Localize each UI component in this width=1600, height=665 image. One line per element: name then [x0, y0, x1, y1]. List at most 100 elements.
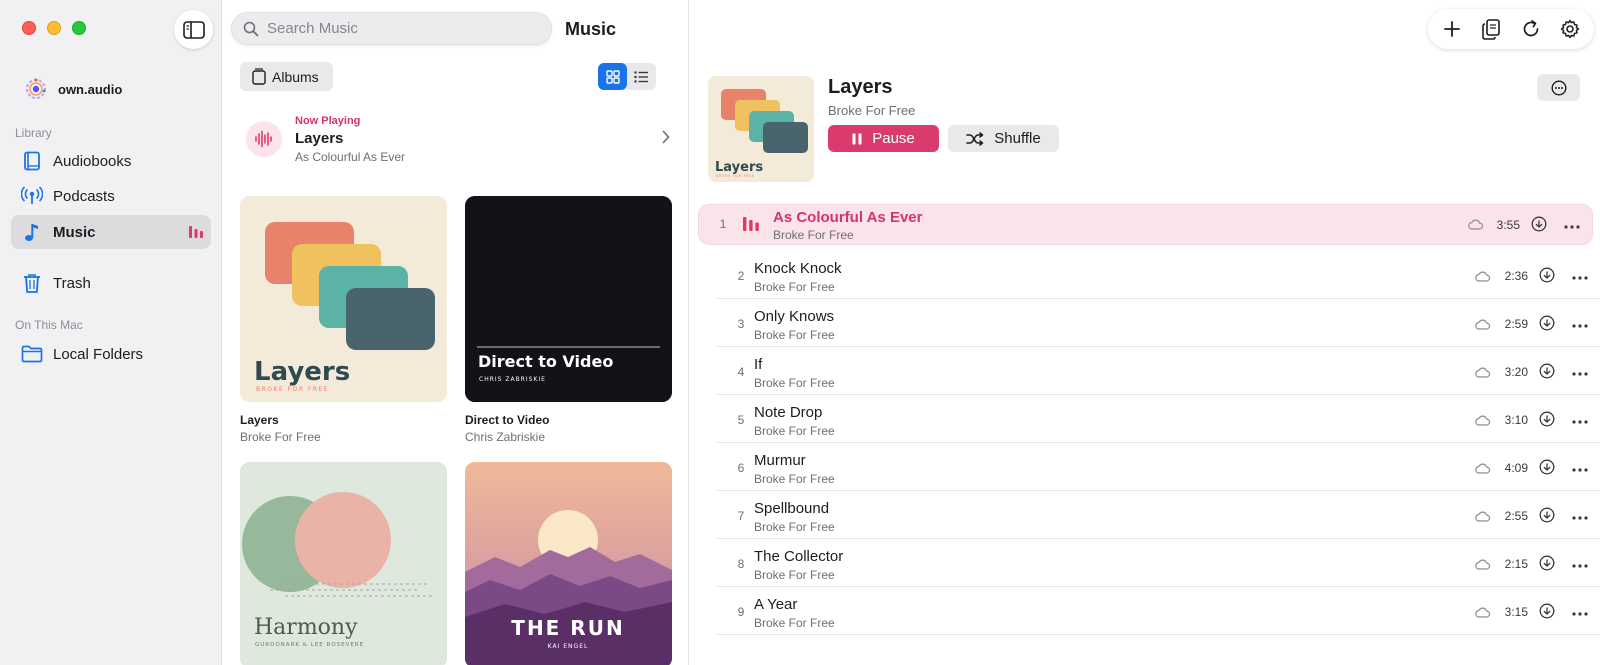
podcast-icon [21, 185, 43, 207]
track-duration: 3:20 [1504, 365, 1528, 379]
download-icon [1539, 315, 1555, 335]
copy-button[interactable] [1476, 14, 1506, 44]
track-more-button[interactable] [1572, 507, 1588, 525]
cover-subtitle: BROKE FOR FREE [716, 174, 755, 178]
track-title: Note Drop [754, 404, 823, 421]
track-artist: Broke For Free [754, 376, 835, 390]
track-row[interactable]: 9 A Year Broke For Free 3:15 [717, 587, 1600, 635]
refresh-button[interactable] [1516, 14, 1546, 44]
pause-button[interactable]: Pause [828, 125, 939, 152]
album-cover: Layers BROKE FOR FREE [240, 196, 447, 402]
album-card-layers[interactable]: Layers BROKE FOR FREE Layers Broke For F… [240, 196, 447, 444]
library-section-label: Library [15, 126, 52, 140]
track-more-button[interactable] [1572, 267, 1588, 285]
download-icon [1539, 411, 1555, 431]
track-duration: 3:15 [1504, 605, 1528, 619]
album-more-button[interactable] [1537, 74, 1580, 101]
track-row[interactable]: 1 As Colourful As Ever Broke For Free 3:55 [699, 205, 1592, 244]
cover-title: Harmony [254, 615, 358, 640]
album-card-harmony[interactable]: Harmony GURDONARK & LEE ROSEVERE [240, 462, 447, 665]
ellipsis-icon [1572, 603, 1588, 620]
zoom-window-button[interactable] [72, 21, 86, 35]
now-playing-row[interactable]: Now Playing Layers As Colourful As Ever [240, 108, 676, 170]
list-view-button[interactable] [627, 63, 656, 90]
track-title: The Collector [754, 548, 844, 565]
download-button[interactable] [1539, 411, 1555, 432]
shuffle-button[interactable]: Shuffle [948, 125, 1059, 152]
track-row[interactable]: 7 Spellbound Broke For Free 2:55 [717, 491, 1600, 539]
track-more-button[interactable] [1572, 603, 1588, 621]
download-button[interactable] [1539, 363, 1555, 384]
album-artist: Chris Zabriskie [465, 430, 546, 444]
sidebar-item-music[interactable]: Music [11, 215, 211, 249]
track-number: 8 [737, 557, 745, 571]
grid-view-button[interactable] [598, 63, 627, 90]
track-more-button[interactable] [1564, 216, 1580, 234]
track-list: 1 As Colourful As Ever Broke For Free 3:55 2… [699, 205, 1600, 635]
cloud-icon [1475, 557, 1491, 575]
album-stack-icon [252, 68, 266, 85]
download-button[interactable] [1539, 507, 1555, 528]
gear-icon [1561, 19, 1580, 39]
sidebar-item-local-folders[interactable]: Local Folders [11, 337, 211, 371]
search-input[interactable] [267, 20, 527, 37]
track-more-button[interactable] [1572, 555, 1588, 573]
add-button[interactable] [1437, 14, 1467, 44]
track-artist: Broke For Free [754, 328, 835, 342]
track-number: 1 [719, 217, 727, 231]
download-button[interactable] [1539, 267, 1555, 288]
ellipsis-icon [1564, 216, 1580, 233]
sidebar-item-label: Trash [53, 274, 91, 292]
ellipsis-circle-icon [1550, 79, 1567, 96]
now-playing-bars-icon [189, 226, 203, 238]
download-button[interactable] [1531, 216, 1547, 237]
sidebar-item-podcasts[interactable]: Podcasts [11, 179, 211, 213]
close-window-button[interactable] [22, 21, 36, 35]
sidebar-toggle-button[interactable] [174, 10, 213, 49]
download-button[interactable] [1539, 459, 1555, 480]
minimize-window-button[interactable] [47, 21, 61, 35]
track-artist: Broke For Free [754, 520, 835, 534]
album-card-the-run[interactable]: THE RUN KAI ENGEL [465, 462, 672, 665]
now-playing-subtitle: As Colourful As Ever [295, 149, 406, 164]
now-playing-title: Layers [295, 129, 344, 147]
download-icon [1539, 363, 1555, 383]
track-more-button[interactable] [1572, 459, 1588, 477]
music-note-icon [21, 221, 43, 243]
list-icon [634, 70, 648, 83]
track-more-button[interactable] [1572, 315, 1588, 333]
track-row[interactable]: 2 Knock Knock Broke For Free 2:36 [717, 251, 1600, 299]
page-title: Music [565, 19, 617, 39]
track-title: Knock Knock [754, 260, 842, 277]
track-row[interactable]: 5 Note Drop Broke For Free 3:10 [717, 395, 1600, 443]
own-audio-logo-icon [26, 78, 46, 99]
track-row[interactable]: 4 If Broke For Free 3:20 [717, 347, 1600, 395]
sidebar-item-audiobooks[interactable]: Audiobooks [11, 144, 211, 178]
on-this-mac-section-label: On This Mac [15, 318, 83, 332]
brand-name: own.audio [58, 81, 123, 97]
settings-button[interactable] [1555, 14, 1585, 44]
track-row[interactable]: 8 The Collector Broke For Free 2:15 [717, 539, 1600, 587]
track-number: 3 [737, 317, 745, 331]
download-icon [1539, 267, 1555, 287]
copy-icon [1482, 18, 1501, 40]
search-field[interactable] [231, 12, 552, 45]
refresh-icon [1523, 20, 1539, 37]
track-row[interactable]: 6 Murmur Broke For Free 4:09 [717, 443, 1600, 491]
track-artist: Broke For Free [754, 616, 835, 630]
ellipsis-icon [1572, 267, 1588, 284]
album-card-direct-to-video[interactable]: Direct to Video CHRIS ZABRISKIE Direct t… [465, 196, 672, 444]
download-button[interactable] [1539, 315, 1555, 336]
track-number: 6 [737, 461, 745, 475]
cover-subtitle: KAI ENGEL [548, 643, 589, 650]
download-button[interactable] [1539, 555, 1555, 576]
download-button[interactable] [1539, 603, 1555, 624]
track-more-button[interactable] [1572, 411, 1588, 429]
track-more-button[interactable] [1572, 363, 1588, 381]
trash-icon [21, 272, 43, 294]
track-duration: 2:55 [1504, 509, 1528, 523]
track-artist: Broke For Free [773, 228, 854, 242]
sidebar-item-trash[interactable]: Trash [11, 266, 211, 300]
albums-filter-button[interactable]: Albums [240, 62, 333, 91]
track-row[interactable]: 3 Only Knows Broke For Free 2:59 [717, 299, 1600, 347]
